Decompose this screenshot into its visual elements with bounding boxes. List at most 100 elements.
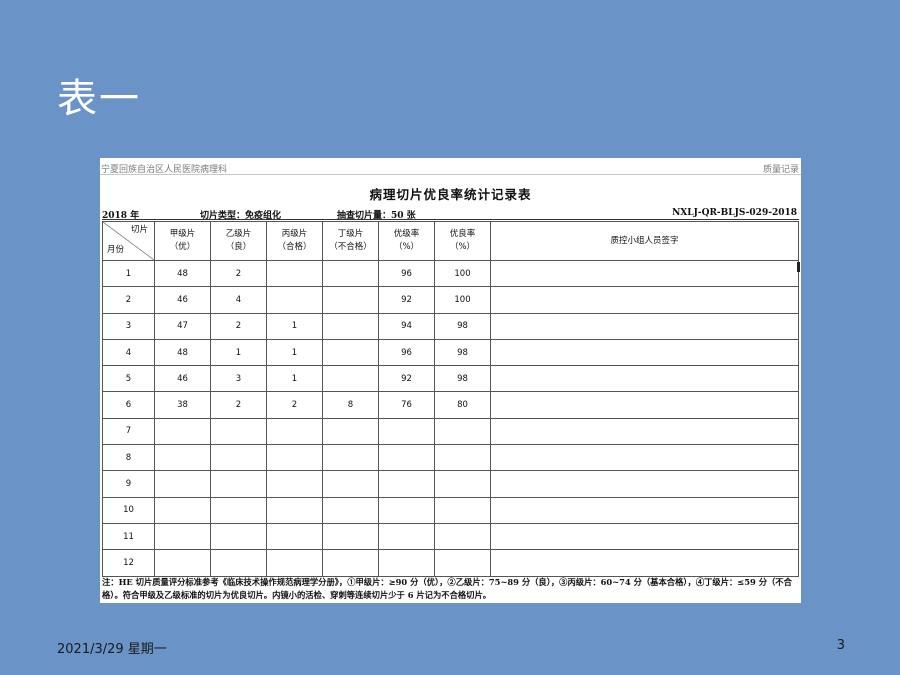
month-cell: 6 <box>102 391 155 419</box>
table-row: 10 <box>102 496 799 524</box>
month-cell: 5 <box>102 365 155 393</box>
table-cell <box>322 365 379 393</box>
col-signature: 质控小组人员签字 <box>490 221 799 261</box>
table-cell <box>266 549 323 577</box>
table-row: 12 <box>102 549 799 577</box>
table-cell <box>322 522 379 551</box>
table-cell: 1 <box>266 312 323 340</box>
table-cell <box>154 522 211 551</box>
table-cell <box>322 549 379 577</box>
table-cell: 2 <box>210 312 267 340</box>
table-cell: 2 <box>266 391 323 419</box>
table-cell <box>210 417 267 446</box>
document-header: 宁夏回族自治区人民医院病理科 质量记录 <box>100 160 801 175</box>
hospital-name: 宁夏回族自治区人民医院病理科 <box>101 165 228 175</box>
table-cell: 96 <box>378 338 435 367</box>
table-cell: 100 <box>434 286 491 314</box>
table-cell: 2 <box>210 259 267 288</box>
table-cell <box>266 417 323 446</box>
table-cell: 8 <box>322 391 379 419</box>
table-cell <box>266 496 323 524</box>
table-cell: 92 <box>378 286 435 314</box>
table-cell <box>266 259 323 288</box>
table-cell: 48 <box>154 259 211 288</box>
table-cell <box>322 338 379 367</box>
table-cell <box>322 417 379 446</box>
grading-note: 注：HE 切片质量评分标准参考《临床技术操作规范病理学分册》，①甲级片：≥90 … <box>102 577 792 600</box>
table-cell: 98 <box>434 312 491 340</box>
table-cell: 98 <box>434 365 491 393</box>
table-cell: 2 <box>210 391 267 419</box>
table-cell <box>322 286 379 314</box>
table-cell <box>490 391 799 419</box>
col-grade-a: 甲级片 （优） <box>154 221 211 261</box>
table-cell <box>490 470 799 498</box>
table-cell: 98 <box>434 338 491 367</box>
col-excellent-rate: 优级率 （%） <box>378 221 435 261</box>
table-cell: 76 <box>378 391 435 419</box>
table-cell <box>210 496 267 524</box>
table-cell <box>154 417 211 446</box>
corner-label-top: 切片 <box>130 225 148 235</box>
month-cell: 9 <box>102 470 155 498</box>
table-cell <box>210 549 267 577</box>
table-row: 1 48 2 96 100 <box>102 259 799 288</box>
table-cell <box>322 496 379 524</box>
month-cell: 4 <box>102 338 155 367</box>
month-cell: 10 <box>102 496 155 524</box>
corner-label-bottom: 月份 <box>107 245 125 255</box>
table-cell <box>210 522 267 551</box>
table-cell <box>210 444 267 472</box>
month-cell: 7 <box>102 417 155 446</box>
table-cell: 100 <box>434 259 491 288</box>
table-row: 5 46 3 1 92 98 <box>102 365 799 393</box>
slide-title: 表一 <box>57 76 141 122</box>
table-cell <box>266 522 323 551</box>
col-grade-c: 丙级片 （合格） <box>266 221 323 261</box>
table-cell <box>266 444 323 472</box>
table-cell <box>154 549 211 577</box>
table-cell <box>490 365 799 393</box>
document-image: 宁夏回族自治区人民医院病理科 质量记录 病理切片优良率统计记录表 2018 年 … <box>100 158 801 603</box>
table-cell: 1 <box>266 338 323 367</box>
col-good-rate: 优良率 （%） <box>434 221 491 261</box>
table-cell: 80 <box>434 391 491 419</box>
table-cell <box>490 496 799 524</box>
table-header-row: 切片 月份 甲级片 （优） 乙级片 （良） 丙级片 （合格） 丁级片 （不合格） 优级率… <box>102 221 799 261</box>
col-grade-d: 丁级片 （不合格） <box>322 221 379 261</box>
table-cell <box>154 496 211 524</box>
table-cell <box>490 444 799 472</box>
table-cell <box>322 259 379 288</box>
table-cell: 92 <box>378 365 435 393</box>
table-cell: 4 <box>210 286 267 314</box>
month-cell: 1 <box>102 259 155 288</box>
slide-page-number: 3 <box>836 638 845 653</box>
table-cell <box>378 549 435 577</box>
table-cell <box>490 259 799 288</box>
table-row: 6 38 2 2 8 76 80 <box>102 391 799 419</box>
month-cell: 8 <box>102 444 155 472</box>
table-cell: 38 <box>154 391 211 419</box>
table-body: 1 48 2 96 100 2 46 4 92 100 3 47 2 1 94 98 4 48 1 1 96 98 5 46 3… <box>102 259 799 577</box>
table-cell: 46 <box>154 286 211 314</box>
table-cell <box>490 312 799 340</box>
table-cell <box>322 444 379 472</box>
table-cell <box>490 286 799 314</box>
slide-date: 2021/3/29 星期一 <box>57 642 167 657</box>
table-cell <box>154 470 211 498</box>
table-cell: 1 <box>266 365 323 393</box>
table-row: 3 47 2 1 94 98 <box>102 312 799 340</box>
table-cell <box>434 522 491 551</box>
table-cell <box>322 312 379 340</box>
table-cell: 3 <box>210 365 267 393</box>
table-cell <box>434 444 491 472</box>
meta-underline <box>102 219 799 220</box>
table-cell <box>378 522 435 551</box>
table-cell <box>266 470 323 498</box>
table-cell: 1 <box>210 338 267 367</box>
table-row: 7 <box>102 417 799 446</box>
table-cell <box>434 496 491 524</box>
meta-code: NXLJ-QR-BLJS-029-2018 <box>672 208 797 218</box>
side-mark <box>797 262 800 272</box>
table-cell <box>266 286 323 314</box>
